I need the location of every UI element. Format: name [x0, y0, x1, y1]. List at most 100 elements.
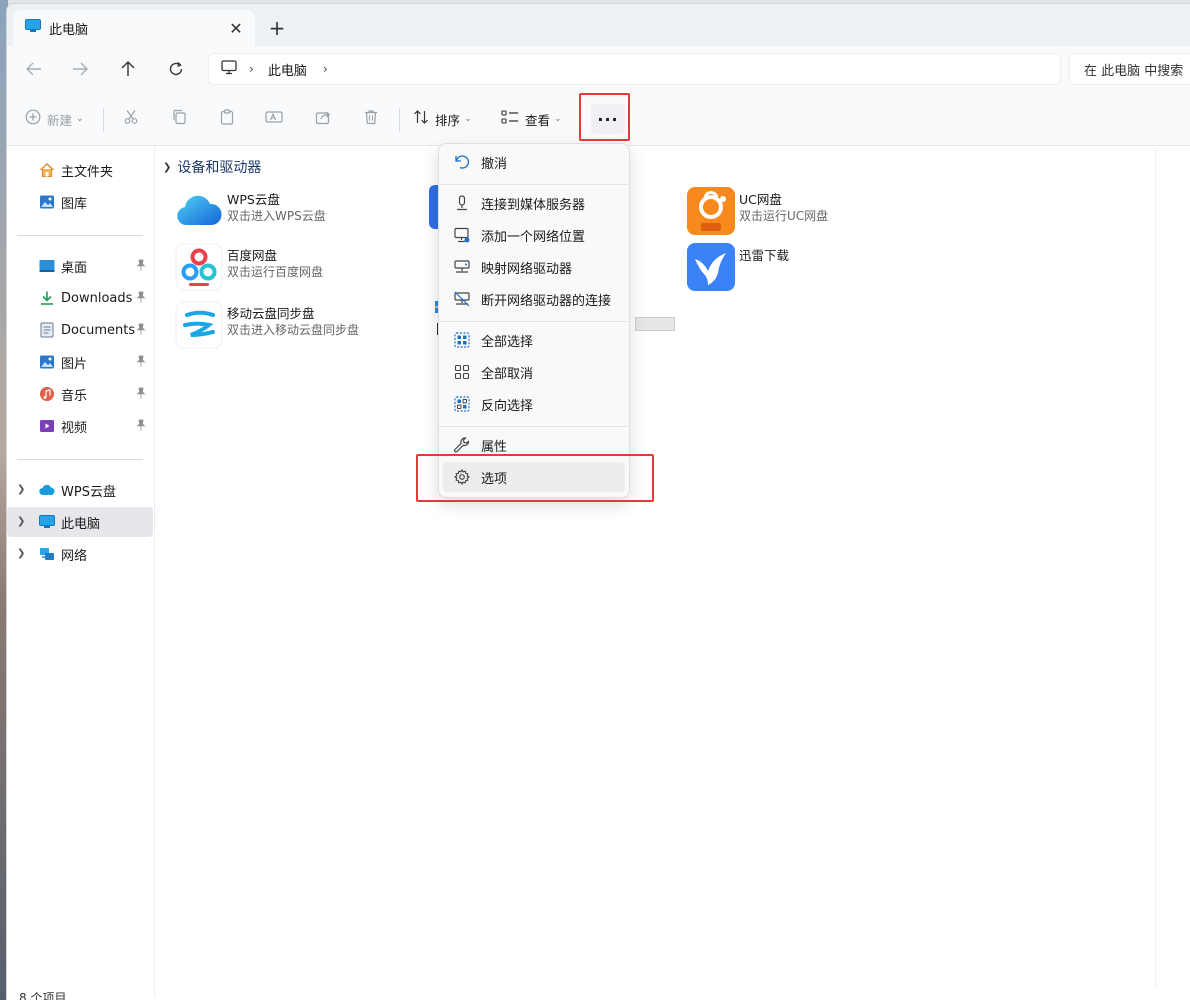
drive-tile-mobile-cloud[interactable]: 移动云盘同步盘 双击进入移动云盘同步盘 [175, 301, 415, 353]
drive-tile-uc[interactable]: UC网盘 双击运行UC网盘 [687, 187, 927, 239]
sidebar-divider [17, 459, 143, 460]
sidebar-item-label: Downloads [61, 290, 133, 306]
tile-name: 百度网盘 [227, 248, 278, 263]
forward-arrow-icon[interactable] [65, 54, 95, 84]
command-bar: 新建 ⌄ 排序 ⌄ 查看 ⌄ ··· [7, 92, 1190, 146]
menu-item-properties[interactable]: 属性 [443, 430, 625, 460]
refresh-icon[interactable] [161, 54, 191, 84]
address-bar[interactable]: › 此电脑 › [208, 53, 1061, 85]
chevron-right-icon[interactable]: ❯ [17, 548, 25, 559]
sidebar-item-label: 音乐 [61, 388, 88, 404]
sidebar-item-music[interactable]: 音乐 [7, 379, 153, 409]
computer-icon [221, 59, 237, 79]
new-button[interactable]: 新建 ⌄ [25, 106, 84, 132]
menu-item-options[interactable]: 选项 [443, 462, 625, 492]
sidebar-item-videos[interactable]: 视频 [7, 411, 153, 441]
chevron-right-icon[interactable]: ❯ [17, 516, 25, 527]
menu-separator [439, 321, 629, 322]
pin-icon[interactable] [135, 355, 149, 369]
breadcrumb-this-pc[interactable]: 此电脑 [268, 60, 307, 79]
file-list-pane: ❯ 设备和驱动器 WPS云盘 双击进入WPS云盘 百度网盘 双击运行百度网盘 移… [157, 147, 1157, 997]
tab-this-pc[interactable]: 此电脑 ✕ [13, 10, 255, 46]
sidebar-item-this-pc[interactable]: ❯ 此电脑 [7, 507, 153, 537]
sidebar-item-home[interactable]: 主文件夹 [7, 155, 153, 185]
view-button[interactable]: 查看 ⌄ [501, 106, 562, 132]
media-server-icon [453, 194, 471, 212]
menu-item-label: 添加一个网络位置 [481, 229, 586, 245]
gear-icon [453, 468, 471, 486]
pin-icon[interactable] [135, 323, 149, 337]
delete-button[interactable] [363, 106, 379, 132]
menu-item-add-network-location[interactable]: 添加一个网络位置 [443, 220, 625, 250]
menu-separator [439, 426, 629, 427]
search-input[interactable]: 在 此电脑 中搜索 [1069, 53, 1190, 85]
sidebar-item-wps-cloud[interactable]: ❯ WPS云盘 [7, 475, 153, 505]
tab-strip: 此电脑 ✕ + [7, 4, 1190, 46]
up-arrow-icon[interactable] [113, 54, 143, 84]
download-icon [39, 290, 55, 306]
sidebar-item-gallery[interactable]: 图库 [7, 187, 153, 217]
breadcrumb-separator[interactable]: › [249, 62, 254, 76]
drive-tile-wps[interactable]: WPS云盘 双击进入WPS云盘 [175, 187, 415, 239]
menu-item-connect-media-server[interactable]: 连接到媒体服务器 [443, 188, 625, 218]
sidebar-item-downloads[interactable]: Downloads [7, 283, 153, 313]
menu-item-disconnect-network-drive[interactable]: 断开网络驱动器的连接 [443, 284, 625, 314]
section-header[interactable]: ❯ 设备和驱动器 [163, 157, 261, 177]
pin-icon[interactable] [135, 259, 149, 273]
sort-label: 排序 [435, 112, 461, 128]
menu-item-invert-selection[interactable]: 反向选择 [443, 389, 625, 419]
close-tab-icon[interactable]: ✕ [225, 17, 247, 39]
tile-subtitle: 双击运行百度网盘 [227, 265, 324, 279]
tile-name: UC网盘 [739, 192, 782, 207]
pin-icon[interactable] [135, 291, 149, 305]
scissors-icon [123, 109, 139, 129]
menu-item-label: 选项 [481, 471, 508, 487]
view-list-icon [501, 109, 519, 129]
view-label: 查看 [525, 112, 551, 128]
share-button[interactable] [315, 106, 331, 132]
sidebar-item-label: 此电脑 [61, 516, 101, 532]
see-more-button[interactable]: ··· [591, 104, 625, 134]
menu-item-select-all[interactable]: 全部选择 [443, 325, 625, 355]
sidebar-item-label: 网络 [61, 548, 88, 564]
sidebar-item-pictures[interactable]: 图片 [7, 347, 153, 377]
status-bar-count: 8 个项目 [19, 991, 67, 1000]
paste-button[interactable] [219, 106, 235, 132]
chevron-down-icon: ⌄ [464, 114, 472, 124]
menu-item-label: 断开网络驱动器的连接 [481, 293, 612, 309]
pin-icon[interactable] [135, 387, 149, 401]
drive-tile-baidu[interactable]: 百度网盘 双击运行百度网盘 [175, 243, 415, 295]
breadcrumb-separator[interactable]: › [323, 62, 328, 76]
toolbar-divider [103, 108, 104, 132]
sort-button[interactable]: 排序 ⌄ [413, 106, 472, 132]
copy-button[interactable] [171, 106, 187, 132]
network-icon [39, 546, 55, 562]
menu-item-map-network-drive[interactable]: 映射网络驱动器 [443, 252, 625, 282]
menu-separator [439, 184, 629, 185]
sidebar-item-desktop[interactable]: 桌面 [7, 251, 153, 281]
chevron-down-icon: ⌄ [554, 114, 562, 124]
menu-item-undo[interactable]: 撤消 [443, 147, 625, 177]
section-title: 设备和驱动器 [177, 160, 262, 176]
drive-tile-xunlei[interactable]: 迅雷下载 [687, 243, 927, 295]
pin-icon[interactable] [135, 419, 149, 433]
sidebar-divider [17, 235, 143, 236]
scrollbar-track[interactable] [1155, 147, 1156, 987]
video-icon [39, 418, 55, 434]
chevron-down-icon: ❯ [163, 161, 172, 173]
chevron-right-icon[interactable]: ❯ [17, 484, 25, 495]
sidebar-item-network[interactable]: ❯ 网络 [7, 539, 153, 569]
menu-item-label: 撤消 [481, 156, 508, 172]
invert-selection-icon [453, 395, 471, 413]
sidebar-item-label: WPS云盘 [61, 484, 116, 500]
sidebar-item-documents[interactable]: Documents [7, 315, 153, 345]
document-icon [39, 322, 55, 338]
cut-button[interactable] [123, 106, 139, 132]
tab-title: 此电脑 [49, 22, 89, 38]
back-arrow-icon[interactable] [19, 54, 49, 84]
new-tab-button[interactable]: + [265, 16, 289, 40]
rename-button[interactable] [265, 106, 283, 132]
share-icon [315, 109, 331, 129]
menu-item-select-none[interactable]: 全部取消 [443, 357, 625, 387]
menu-item-label: 全部取消 [481, 366, 534, 382]
